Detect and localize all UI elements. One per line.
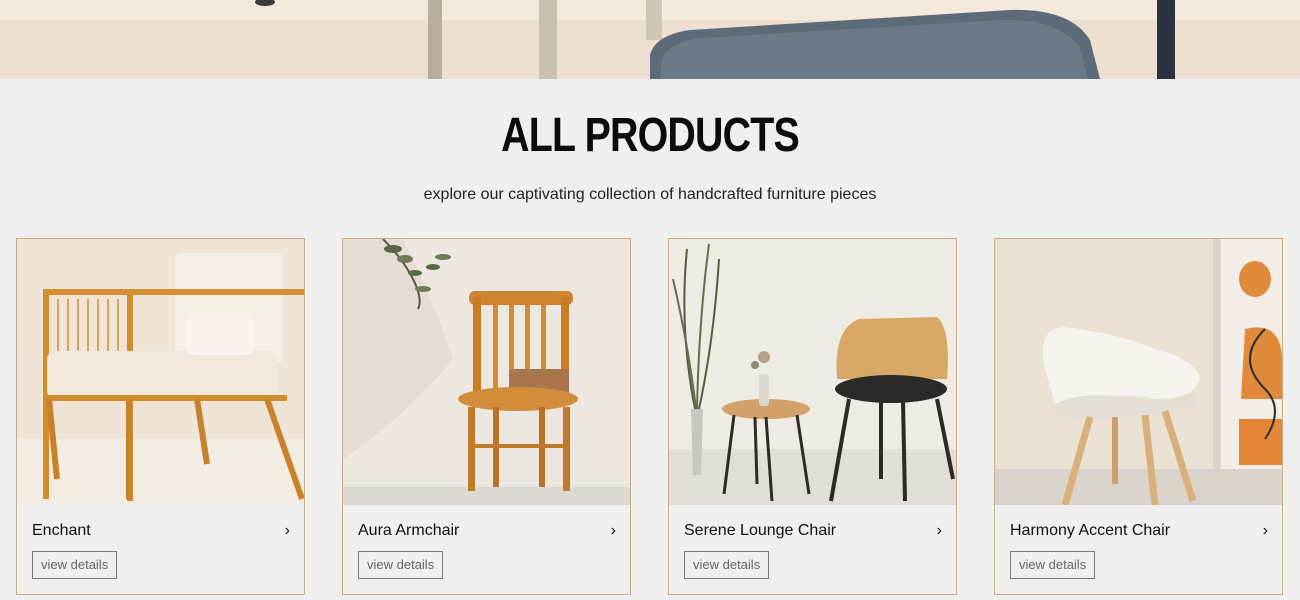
chevron-right-icon[interactable]: › [937,522,942,540]
view-details-button[interactable]: view details [684,551,770,579]
view-details-button[interactable]: view details [32,551,118,579]
product-name[interactable]: Enchant [32,522,91,540]
product-name[interactable]: Aura Armchair [358,522,459,540]
product-card[interactable]: Enchant › view details [16,238,305,595]
wooden-chair-photo[interactable] [343,239,630,505]
page-subtitle: explore our captivating collection of ha… [423,186,877,203]
hero-banner-image [0,0,1300,79]
armchair-photo[interactable] [17,239,304,505]
chevron-right-icon[interactable]: › [285,522,290,540]
product-name[interactable]: Harmony Accent Chair [1010,522,1170,540]
chevron-right-icon[interactable]: › [1263,522,1268,540]
accent-chair-photo[interactable] [995,239,1282,505]
page-title: ALL PRODUCTS [501,109,800,162]
product-card[interactable]: Harmony Accent Chair › view details [994,238,1283,595]
product-card[interactable]: Aura Armchair › view details [342,238,631,595]
product-card[interactable]: Serene Lounge Chair › view details [668,238,957,595]
product-name[interactable]: Serene Lounge Chair [684,522,836,540]
lounge-chair-photo[interactable] [669,239,956,505]
chevron-right-icon[interactable]: › [611,522,616,540]
view-details-button[interactable]: view details [358,551,444,579]
view-details-button[interactable]: view details [1010,551,1096,579]
